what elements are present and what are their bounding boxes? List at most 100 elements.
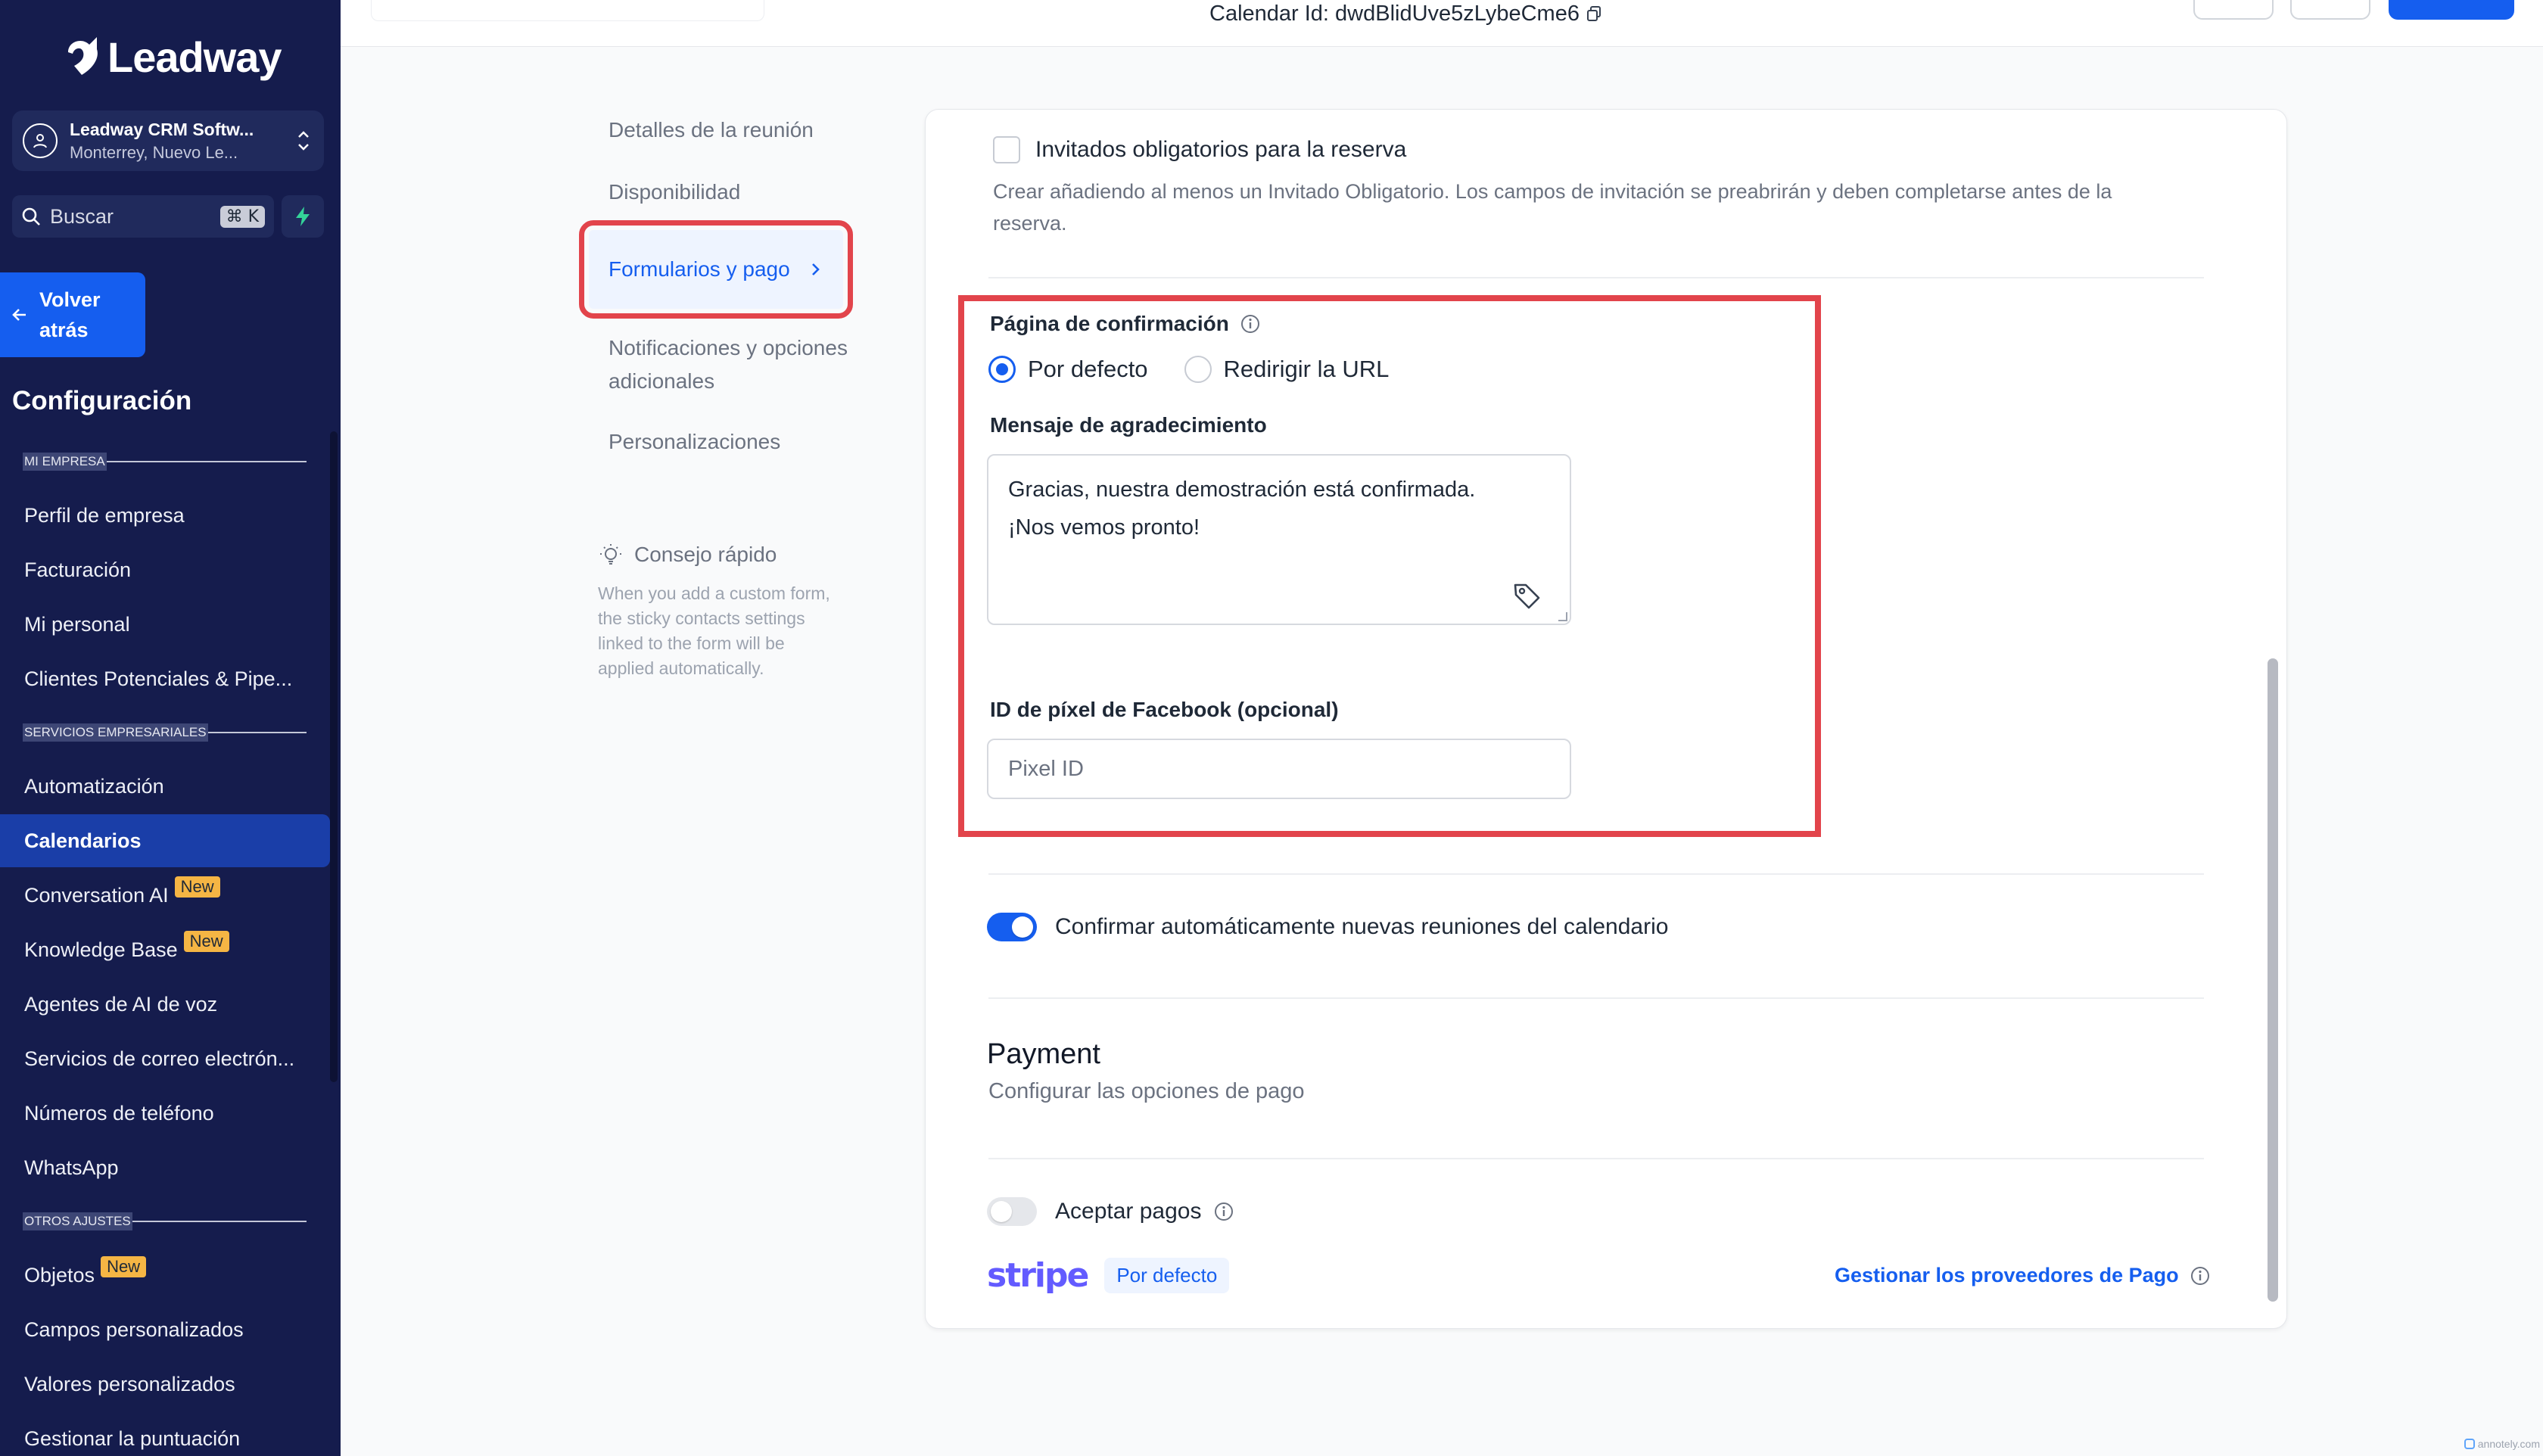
confirmation-page-heading: Página de confirmación <box>990 312 1261 336</box>
back-button[interactable]: Volver atrás <box>0 272 145 357</box>
sidebar-item-label: Calendarios <box>24 829 142 852</box>
manage-payment-providers-link[interactable]: Gestionar los proveedores de Pago <box>1835 1264 2211 1287</box>
account-switcher[interactable]: Leadway CRM Softw... Monterrey, Nuevo Le… <box>12 110 324 171</box>
sidebar-item-calendars[interactable]: Calendarios <box>0 814 330 867</box>
mandatory-guests-checkbox[interactable] <box>993 136 1020 163</box>
card-scrollbar[interactable] <box>2268 658 2278 1302</box>
chevron-right-icon <box>812 263 820 275</box>
sidebar-item-label: Agentes de AI de voz <box>24 992 218 1016</box>
watermark-text: annotely.com <box>2477 1438 2540 1450</box>
resize-handle[interactable] <box>1558 612 1567 621</box>
sidebar-item-label: Campos personalizados <box>24 1318 244 1341</box>
account-avatar <box>23 123 58 158</box>
radio-default[interactable] <box>988 356 1016 383</box>
section-header-business-services: SERVICIOS EMPRESARIALES <box>23 723 307 742</box>
divider <box>988 997 2204 999</box>
sidebar-item-label: Gestionar la puntuación <box>24 1426 241 1450</box>
accept-payments-row: Aceptar pagos <box>987 1197 1234 1226</box>
sidebar-item-label: Automatización <box>24 774 164 798</box>
payment-provider-row: stripe Por defecto <box>987 1256 1230 1295</box>
payment-subtitle: Configurar las opciones de pago <box>988 1079 1305 1103</box>
divider <box>988 1158 2204 1159</box>
step-forms-payment-label: Formularios y pago <box>609 257 790 281</box>
sidebar-item-label: Knowledge Base <box>24 938 178 961</box>
accept-payments-toggle[interactable] <box>987 1197 1037 1226</box>
sidebar-item-objects[interactable]: Objetos New <box>0 1249 330 1302</box>
sidebar-item-billing[interactable]: Facturación <box>0 543 330 596</box>
thank-you-message-textarea[interactable]: Gracias, nuestra demostración está confi… <box>987 454 1571 625</box>
new-badge: New <box>174 876 220 898</box>
quick-actions-button[interactable] <box>282 195 324 238</box>
sidebar-item-email-services[interactable]: Servicios de correo electrón... <box>0 1032 330 1085</box>
sidebar-scrollbar[interactable] <box>330 431 338 1082</box>
sidebar-item-phone-numbers[interactable]: Números de teléfono <box>0 1087 330 1140</box>
sidebar-item-whatsapp[interactable]: WhatsApp <box>0 1141 330 1194</box>
sidebar-item-label: Valores personalizados <box>24 1372 235 1395</box>
top-action-button-2[interactable] <box>2290 0 2370 20</box>
facebook-pixel-input[interactable] <box>987 739 1571 799</box>
radio-default-label[interactable]: Por defecto <box>1028 356 1148 383</box>
section-label: OTROS AJUSTES <box>23 1212 132 1230</box>
section-header-other-settings: OTROS AJUSTES <box>23 1212 307 1230</box>
step-forms-payment[interactable]: Formularios y pago <box>579 220 853 319</box>
sidebar-item-leads-pipelines[interactable]: Clientes Potenciales & Pipe... <box>0 652 330 705</box>
quick-tip-title: Consejo rápido <box>634 543 777 566</box>
info-icon[interactable] <box>2190 1265 2211 1286</box>
auto-confirm-toggle[interactable] <box>987 913 1037 941</box>
calendar-id: Calendar Id: dwdBlidUve5zLybeCme6 <box>1209 0 1602 27</box>
leadway-logo-icon <box>68 37 98 75</box>
step-meeting-details[interactable]: Detalles de la reunión <box>609 114 814 147</box>
quick-tip-body: When you add a custom form, the sticky c… <box>598 583 830 678</box>
divider <box>988 873 2204 875</box>
sidebar-item-custom-fields[interactable]: Campos personalizados <box>0 1303 330 1356</box>
radio-redirect-url-label[interactable]: Redirigir la URL <box>1224 356 1390 383</box>
sidebar-item-manage-scoring[interactable]: Gestionar la puntuación <box>0 1412 330 1456</box>
radio-redirect-url[interactable] <box>1184 356 1212 383</box>
search-placeholder: Buscar <box>50 204 114 228</box>
sidebar-item-voice-ai-agents[interactable]: Agentes de AI de voz <box>0 978 330 1031</box>
step-availability[interactable]: Disponibilidad <box>609 176 740 209</box>
account-name: Leadway CRM Softw... <box>70 119 254 139</box>
calendar-name-input[interactable] <box>371 0 764 21</box>
tag-icon[interactable] <box>1512 581 1542 611</box>
lightbulb-icon <box>600 544 621 565</box>
sidebar-item-label: Objetos <box>24 1263 95 1286</box>
step-notifications[interactable]: Notificaciones y opciones adicionales <box>609 331 851 398</box>
default-provider-badge: Por defecto <box>1104 1258 1230 1293</box>
sidebar-item-label: Servicios de correo electrón... <box>24 1047 295 1070</box>
sidebar-item-my-staff[interactable]: Mi personal <box>0 598 330 651</box>
sidebar-item-label: Perfil de empresa <box>24 503 185 527</box>
thank-you-line-2: ¡Nos vemos pronto! <box>1008 515 1200 540</box>
top-action-button-1[interactable] <box>2193 0 2274 20</box>
mandatory-guests-description: Crear añadiendo al menos un Invitado Obl… <box>993 180 2112 235</box>
account-location: Monterrey, Nuevo Le... <box>70 142 238 162</box>
thank-you-line-1: Gracias, nuestra demostración está confi… <box>1008 478 1476 502</box>
save-button[interactable] <box>2389 0 2514 20</box>
sidebar-item-label: Facturación <box>24 558 132 581</box>
copy-icon[interactable] <box>1586 5 1602 22</box>
calendar-id-text: Calendar Id: dwdBlidUve5zLybeCme6 <box>1209 1 1580 26</box>
info-icon[interactable] <box>1240 313 1261 334</box>
step-customizations[interactable]: Personalizaciones <box>609 425 780 459</box>
mandatory-guests-label: Invitados obligatorios para la reserva <box>1035 137 1407 162</box>
sidebar-item-automation[interactable]: Automatización <box>0 760 330 813</box>
sidebar-item-knowledge-base[interactable]: Knowledge Base New <box>0 923 330 976</box>
confirmation-page-options: Por defecto Redirigir la URL <box>988 356 1425 383</box>
facebook-pixel-label: ID de píxel de Facebook (opcional) <box>990 698 1339 721</box>
manage-payment-providers-label: Gestionar los proveedores de Pago <box>1835 1264 2179 1286</box>
sidebar-item-conversation-ai[interactable]: Conversation AI New <box>0 869 330 922</box>
search-input[interactable]: Buscar ⌘ K <box>12 195 274 238</box>
watermark: annotely.com <box>2464 1438 2540 1450</box>
quick-tip-header: Consejo rápido <box>598 542 840 568</box>
sidebar-item-company-profile[interactable]: Perfil de empresa <box>0 489 330 542</box>
divider <box>988 277 2204 278</box>
search-shortcut: ⌘ K <box>219 205 265 228</box>
sidebar-item-custom-values[interactable]: Valores personalizados <box>0 1358 330 1411</box>
sidebar-item-label: Conversation AI <box>24 883 169 907</box>
info-icon[interactable] <box>1213 1201 1234 1222</box>
thank-you-message-label: Mensaje de agradecimiento <box>990 413 1267 437</box>
new-badge: New <box>101 1256 147 1277</box>
search-icon <box>22 207 40 226</box>
brand-name: Leadway <box>107 33 282 81</box>
brand-logo[interactable]: Leadway <box>64 30 282 83</box>
